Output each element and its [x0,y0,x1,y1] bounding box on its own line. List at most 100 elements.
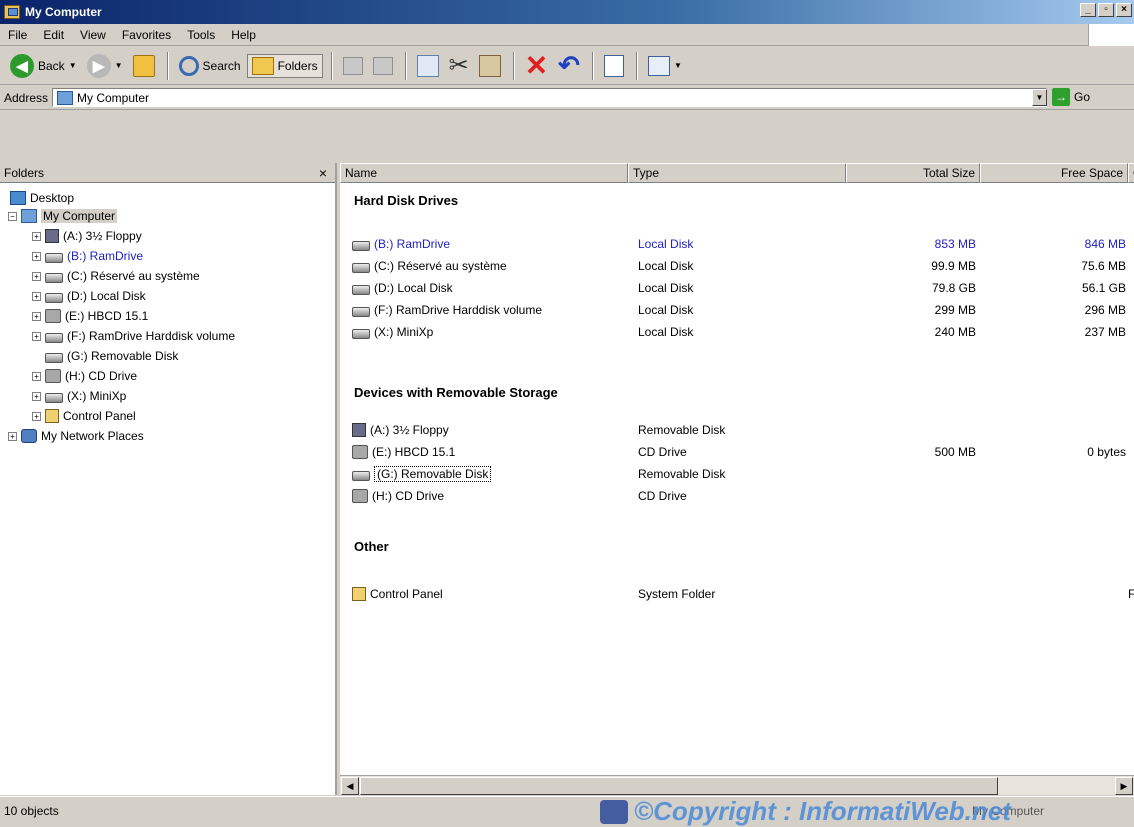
tree-node[interactable]: + My Network Places [8,427,144,445]
delete-button[interactable]: ✕ [521,47,552,84]
list-item-comment: F [1128,587,1134,601]
list-item[interactable]: (D:) Local Disk Local Disk 79.8 GB 56.1 GB [340,279,1134,297]
close-button[interactable]: × [1116,3,1132,17]
properties-button[interactable] [600,53,628,79]
tree-node-label: My Network Places [41,429,144,443]
address-dropdown-button[interactable]: ▼ [1032,89,1047,106]
folders-button[interactable]: Folders [246,53,323,78]
scrollbar-thumb[interactable] [360,777,998,795]
list-item-name: (E:) HBCD 15.1 [372,445,456,459]
tree-node[interactable]: + (F:) RamDrive Harddisk volume [32,327,235,345]
list-item-free-space: 56.1 GB [1081,281,1126,295]
list-item[interactable]: (X:) MiniXp Local Disk 240 MB 237 MB [340,323,1134,341]
menu-view[interactable]: View [72,28,114,42]
minimize-button[interactable]: _ [1080,3,1096,17]
paste-button[interactable] [475,53,505,79]
expand-icon[interactable]: + [32,231,41,241]
network-places-icon [21,429,37,443]
views-button[interactable]: ▼ [644,54,686,78]
go-button[interactable]: → Go [1052,88,1090,106]
search-icon [178,55,199,76]
collapse-icon[interactable]: − [8,211,17,221]
expand-icon[interactable]: + [32,331,41,341]
list-item-total-size: 79.8 GB [931,281,976,295]
menu-file[interactable]: File [0,28,35,42]
tree-node[interactable]: + (H:) CD Drive [32,367,137,385]
hard-drive-icon [352,262,370,273]
list-item-total-size: 853 MB [934,237,976,251]
list-item-free-space: 237 MB [1084,325,1126,339]
expand-icon[interactable]: + [32,311,41,321]
tree-node[interactable]: (G:) Removable Disk [32,347,178,365]
list-item[interactable]: (A:) 3½ Floppy Removable Disk [340,421,1134,439]
address-input[interactable]: My Computer [52,88,1047,107]
hard-drive-icon [45,252,63,263]
list-item-free-space: 0 bytes [1087,445,1126,459]
list-item[interactable]: (B:) RamDrive Local Disk 853 MB 846 MB [340,235,1134,253]
search-button[interactable]: Search [175,54,245,78]
expand-icon[interactable]: + [8,431,17,441]
expand-icon[interactable]: + [32,271,41,281]
column-header-comments[interactable]: C [1128,163,1134,183]
expand-icon[interactable]: + [32,371,41,381]
folders-label: Folders [277,58,318,73]
list-item-name-cell: (E:) HBCD 15.1 [352,443,455,461]
list-item-free-space [980,487,1126,505]
tree-node[interactable]: + (X:) MiniXp [32,387,126,405]
tree-node[interactable]: + Control Panel [32,407,136,425]
tree-node[interactable]: + (A:) 3½ Floppy [32,227,142,245]
list-item-type: Local Disk [638,281,694,295]
expand-icon[interactable]: + [32,291,41,301]
horizontal-scrollbar[interactable]: ◀ ▶ [340,775,1134,795]
scroll-left-button[interactable]: ◀ [341,777,359,795]
list-item-type: Removable Disk [638,467,726,481]
forward-button[interactable]: ▶ ▼ [83,52,127,80]
tree-node[interactable]: + (E:) HBCD 15.1 [32,307,148,325]
list-item[interactable]: Control Panel System Folder F [340,585,1134,603]
copy-to-button[interactable] [369,55,397,77]
tree-node[interactable]: + (C:) Réservé au système [32,267,200,285]
tree-node-label: (H:) CD Drive [65,369,137,383]
up-button[interactable] [129,53,159,79]
move-to-button[interactable] [339,55,367,77]
scroll-right-button[interactable]: ▶ [1115,777,1133,795]
copy-button[interactable] [413,53,443,79]
tree-node[interactable]: − My Computer [8,207,118,225]
tree-node-label: (X:) MiniXp [67,389,127,403]
tree-node-label: (C:) Réservé au système [67,269,200,283]
tree-node-label: (B:) RamDrive [67,249,144,263]
copy-to-icon [372,56,393,75]
column-header-total-size[interactable]: Total Size [846,163,980,183]
maximize-button[interactable]: ▫ [1098,3,1114,17]
menu-edit[interactable]: Edit [35,28,72,42]
close-icon[interactable]: × [319,165,327,181]
group-header: Hard Disk Drives [354,193,459,208]
menu-favorites[interactable]: Favorites [114,28,179,42]
menu-tools[interactable]: Tools [179,28,223,42]
list-item[interactable]: (E:) HBCD 15.1 CD Drive 500 MB 0 bytes [340,443,1134,461]
menu-help[interactable]: Help [223,28,264,42]
list-item[interactable]: (F:) RamDrive Harddisk volume Local Disk 2… [340,301,1134,319]
toolbar-separator [591,51,594,80]
tree-node[interactable]: + (D:) Local Disk [32,287,146,305]
list-item[interactable]: (G:) Removable Disk Removable Disk [340,465,1134,483]
undo-button[interactable]: ↶ [554,48,584,83]
list-item-type: Removable Disk [638,423,726,437]
expand-icon[interactable]: + [32,411,41,421]
list-item-name: Control Panel [370,587,443,601]
toolbar-separator [404,51,407,80]
list-item-name-cell: (H:) CD Drive [352,487,444,505]
column-header-free-space[interactable]: Free Space [980,163,1128,183]
tree-node[interactable]: + (B:) RamDrive [32,247,143,265]
back-button[interactable]: ◀ Back ▼ [6,52,81,80]
tree-node-label: (G:) Removable Disk [67,349,179,363]
expand-icon[interactable]: + [32,391,41,401]
list-item[interactable]: (H:) CD Drive CD Drive [340,487,1134,505]
column-header-name[interactable]: Name [340,163,628,183]
window-title: My Computer [25,5,102,19]
tree-node[interactable]: Desktop [10,189,74,207]
list-item[interactable]: (C:) Réservé au système Local Disk 99.9 MB… [340,257,1134,275]
cut-button[interactable]: ✂ [445,49,473,82]
column-header-type[interactable]: Type [628,163,846,183]
expand-icon[interactable]: + [32,251,41,261]
